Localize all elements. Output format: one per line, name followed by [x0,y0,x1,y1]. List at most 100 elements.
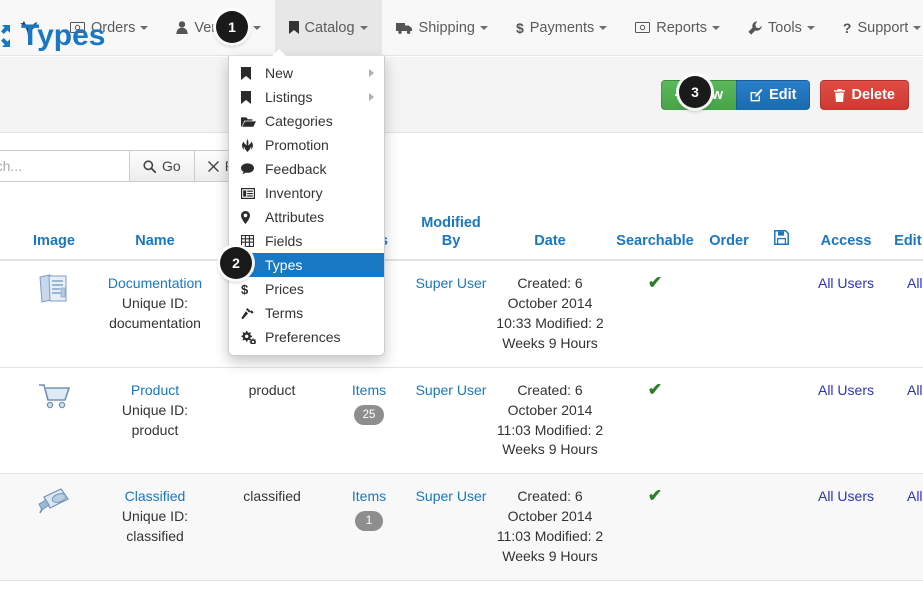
search-icon [143,159,156,173]
menu-item-terms[interactable]: Terms [229,301,384,325]
header-select-all[interactable] [0,208,15,262]
comment-icon [241,163,258,175]
nav-shipping[interactable]: Shipping [382,0,502,56]
gavel-icon [241,307,258,320]
header-searchable[interactable]: Searchable [609,208,701,262]
nav-catalog[interactable]: Catalog [274,0,382,56]
nav-payments[interactable]: $ Payments [502,0,621,56]
menu-item-inventory-label: Inventory [265,185,323,201]
row-unique-id-value: documentation [109,315,201,331]
items-count-badge: 25 [353,404,385,425]
menu-item-listings[interactable]: Listings [229,85,384,109]
menu-item-new[interactable]: New [229,61,384,85]
row-items-link[interactable]: Items [352,488,386,504]
menu-item-attributes[interactable]: Attributes [229,205,384,229]
row-name-link[interactable]: Product [131,382,179,398]
row-items-cell: Items 1 [327,473,411,581]
user-icon [176,21,189,34]
row-date: Created: 6 October 2014 11:03 Modified: … [491,367,609,475]
row-access-link[interactable]: All Users [818,275,874,291]
row-save[interactable] [757,367,805,475]
row-searchable: ✔ [609,260,701,368]
arrows-icon [0,23,12,49]
search-go-button[interactable]: Go [130,150,195,182]
menu-item-inventory[interactable]: Inventory [229,181,384,205]
menu-item-preferences[interactable]: Preferences [229,325,384,349]
table-row[interactable]: Documentation Unique ID: documentation S… [0,260,923,368]
main-navbar: Orders Vendors Catalog [0,0,923,56]
row-unique-id-label: Unique ID: [121,401,189,418]
table-icon [241,235,258,247]
row-items-link[interactable]: Items [352,382,386,398]
chevron-down-icon [252,25,261,30]
nav-shipping-label: Shipping [418,19,475,36]
document-stack-icon [37,274,71,304]
menu-item-fields[interactable]: Fields [229,229,384,253]
menu-item-types[interactable]: Types [229,253,384,277]
header-save[interactable] [757,208,805,262]
row-modified-by-link[interactable]: Super User [416,382,487,398]
nav-reports[interactable]: Reports [621,0,734,56]
nav-support[interactable]: ? Support [829,0,923,56]
row-unique-id: Unique ID: classified [97,507,213,547]
header-edit-access[interactable]: Edit Access [887,208,923,262]
classified-ad-icon [37,487,71,517]
row-access-link[interactable]: All Users [818,382,874,398]
menu-item-categories[interactable]: Categories [229,109,384,133]
table-row[interactable]: Product Unique ID: product product Items… [0,367,923,475]
chevron-down-icon [359,25,368,30]
menu-item-terms-label: Terms [265,305,304,321]
row-checkbox-cell[interactable] [0,367,15,475]
header-access[interactable]: Access [805,208,887,262]
header-date[interactable]: Date [491,208,609,262]
menu-item-attributes-label: Attributes [265,209,325,225]
bookmark-icon [241,90,258,104]
row-unique-id: Unique ID: documentation [97,294,213,334]
edit-button-label: Edit [769,87,797,103]
menu-item-prices-label: Prices [265,281,304,297]
row-edit-access: All Users [887,367,923,475]
folder-open-icon [241,116,258,127]
row-checkbox-cell[interactable] [0,260,15,368]
row-edit-access-link[interactable]: All Users [907,275,923,291]
menu-item-prices[interactable]: $ Prices [229,277,384,301]
row-save[interactable] [757,260,805,368]
menu-item-feedback-label: Feedback [265,161,327,177]
types-table-container: Image Name Unique ID Items Modified By D… [0,208,923,581]
row-save[interactable] [757,473,805,581]
times-icon [207,160,219,172]
chevron-down-icon [913,25,922,30]
header-modified-by[interactable]: Modified By [411,208,491,262]
menu-item-promotion[interactable]: Promotion [229,133,384,157]
row-edit-access-link[interactable]: All Users [907,382,923,398]
row-modified-by: Super User [411,473,491,581]
menu-item-categories-label: Categories [265,113,333,129]
menu-item-feedback[interactable]: Feedback [229,157,384,181]
nav-tools[interactable]: Tools [734,0,829,56]
header-order[interactable]: Order [701,208,757,262]
row-name-link[interactable]: Documentation [108,275,202,291]
row-modified-by-link[interactable]: Super User [416,488,487,504]
edit-button[interactable]: Edit [736,80,811,110]
row-modified-by-link[interactable]: Super User [416,275,487,291]
row-unique-id-value: classified [126,528,184,544]
row-image-cell [15,473,93,581]
row-modified-by: Super User [411,260,491,368]
dollar-icon: $ [241,281,249,297]
row-access-link[interactable]: All Users [818,488,874,504]
search-input[interactable] [0,150,130,182]
row-date: Created: 6 October 2014 11:03 Modified: … [491,473,609,581]
row-name-link[interactable]: Classified [125,488,186,504]
header-image[interactable]: Image [15,208,93,262]
menu-item-promotion-label: Promotion [265,137,329,153]
row-checkbox-cell[interactable] [0,473,15,581]
chevron-down-icon [479,25,488,30]
table-row[interactable]: Classified Unique ID: classified classif… [0,473,923,581]
row-unique-id-value: product [131,421,179,438]
row-edit-access-link[interactable]: All Users [907,488,923,504]
delete-button[interactable]: Delete [820,80,909,110]
row-image-cell [15,367,93,475]
dropdown-arrow-icon [270,49,288,58]
header-name[interactable]: Name [93,208,217,262]
check-icon: ✔ [647,273,663,293]
